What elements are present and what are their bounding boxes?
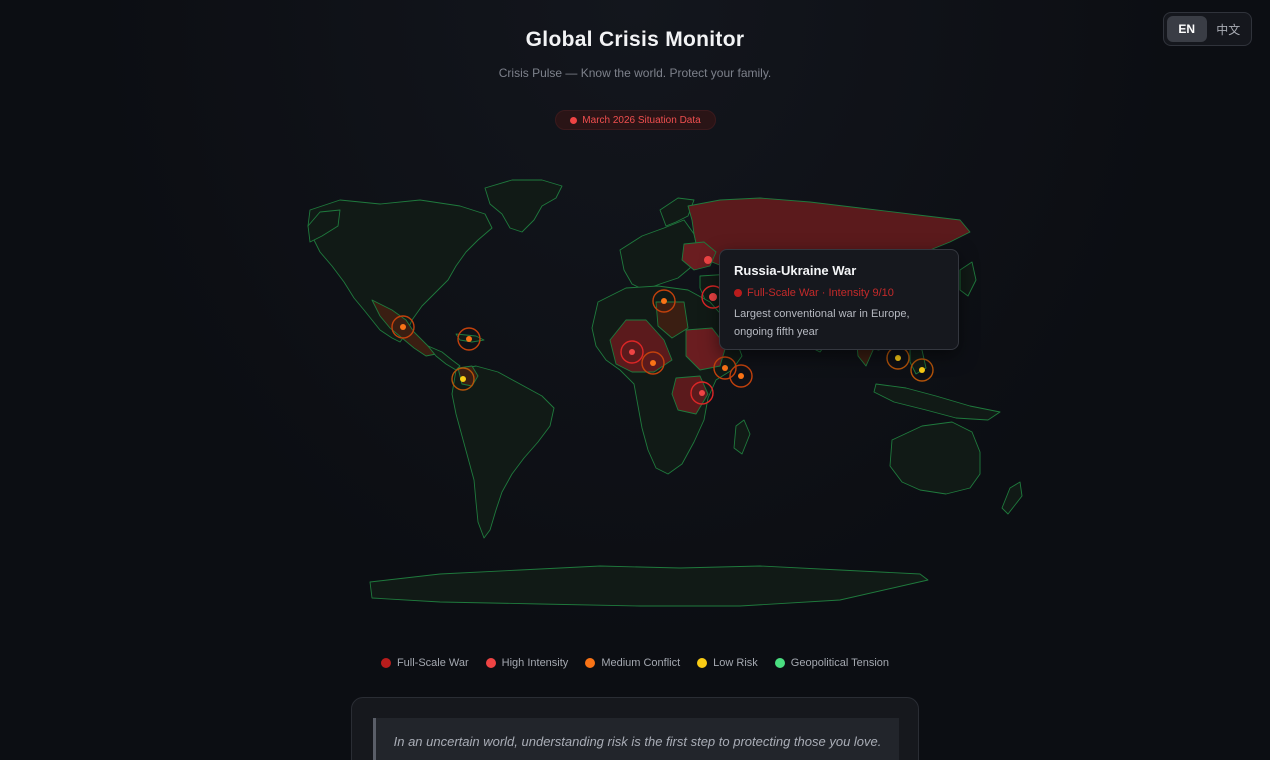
world-map[interactable] — [280, 170, 1070, 620]
crisis-monitor-page: EN 中文 Global Crisis Monitor Crisis Pulse… — [0, 0, 1270, 760]
marker-dot — [704, 256, 712, 264]
marker-dot — [738, 373, 744, 379]
south-america-shape — [451, 365, 555, 539]
marker-dot — [699, 390, 705, 396]
badge-label: March 2026 Situation Data — [582, 114, 701, 126]
legend-dot-icon — [697, 658, 708, 668]
legend-item-high-intensity: High Intensity — [485, 657, 569, 669]
conflict-tooltip: Russia-Ukraine War Full-Scale War · Inte… — [719, 249, 959, 350]
page-subtitle: Crisis Pulse — Know the world. Protect y… — [498, 66, 772, 80]
tooltip-level: Full-Scale War · Intensity 9/10 — [734, 287, 944, 299]
world-map-svg[interactable] — [280, 170, 1070, 620]
legend-dot-icon — [380, 658, 391, 668]
marker-dot — [722, 365, 728, 371]
legend-label: Low Risk — [713, 657, 758, 669]
quote-card: In an uncertain world, understanding ris… — [351, 697, 919, 760]
legend-item-low-risk: Low Risk — [697, 657, 758, 669]
marker-dot — [895, 355, 901, 361]
marker-dot — [400, 324, 406, 330]
tooltip-level-label: Full-Scale War · Intensity 9/10 — [747, 287, 894, 299]
antarctica-shape — [369, 565, 929, 607]
legend: Full-Scale War High Intensity Medium Con… — [0, 657, 1270, 669]
quote-text: In an uncertain world, understanding ris… — [373, 718, 899, 760]
marker-dot — [650, 360, 656, 366]
tooltip-description: Largest conventional war in Europe, ongo… — [734, 308, 910, 338]
central-america-shape — [427, 345, 461, 371]
australia-shape — [889, 421, 981, 495]
marker-dot — [661, 298, 667, 304]
page-title: Global Crisis Monitor — [525, 28, 745, 51]
status-dot-icon — [570, 116, 578, 124]
tooltip-title: Russia-Ukraine War — [734, 263, 857, 278]
marker-dot — [709, 293, 717, 301]
marker-dot — [629, 349, 635, 355]
legend-label: High Intensity — [501, 657, 569, 669]
legend-label: Geopolitical Tension — [790, 657, 890, 669]
southeast-asia-islands-shape — [873, 383, 1001, 421]
madagascar-shape — [733, 419, 751, 455]
greenland-shape — [484, 179, 563, 233]
legend-dot-icon — [774, 658, 785, 668]
scandinavia-shape — [659, 197, 695, 227]
status-dot-icon — [734, 289, 742, 297]
marker-myanmar[interactable] — [886, 346, 910, 370]
legend-item-geopolitical-tension: Geopolitical Tension — [774, 657, 890, 669]
legend-label: Medium Conflict — [601, 657, 681, 669]
legend-dot-icon — [585, 658, 596, 668]
legend-label: Full-Scale War — [396, 657, 469, 669]
marker-israel[interactable] — [704, 256, 712, 264]
legend-item-medium-conflict: Medium Conflict — [585, 657, 680, 669]
new-zealand-shape — [1001, 481, 1023, 515]
legend-item-full-scale-war: Full-Scale War — [380, 657, 469, 669]
marker-dot — [460, 376, 466, 382]
legend-dot-icon — [485, 658, 496, 668]
marker-dot — [466, 336, 472, 342]
japan-shape — [959, 261, 977, 297]
situation-data-badge: March 2026 Situation Data — [555, 110, 716, 130]
marker-dot — [919, 367, 925, 373]
